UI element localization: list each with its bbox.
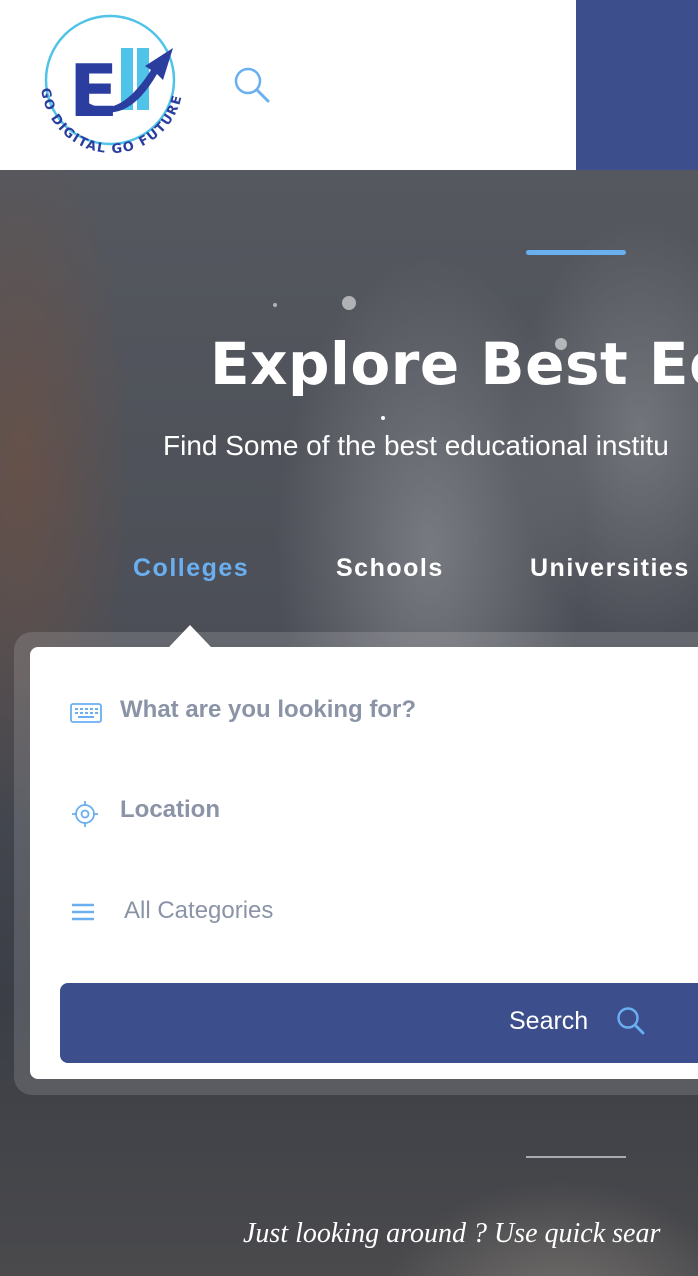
search-button[interactable]: Search [60,983,698,1063]
category-select[interactable]: All Categories [70,893,630,933]
location-input[interactable]: Location [70,792,630,832]
hero-section: Explore Best Ed Find Some of the best ed… [0,170,698,1276]
tab-colleges[interactable]: Colleges [133,554,249,583]
site-header: E GO DIGITAL GO FUTURE [0,0,698,170]
svg-text:E: E [69,49,118,133]
tab-schools[interactable]: Schools [336,554,444,583]
keyword-input[interactable]: What are you looking for? [70,692,630,732]
search-icon [616,1006,646,1036]
bokeh-dot [273,303,277,307]
bokeh-dot [342,296,356,310]
active-tab-pointer [169,625,211,647]
hero-title: Explore Best Ed [210,330,698,398]
category-tabs: Colleges Schools Universities [0,554,698,594]
quick-search-text: Just looking around ? Use quick sear [243,1218,661,1249]
location-target-icon [70,798,102,827]
header-menu-block[interactable] [576,0,698,170]
keyword-placeholder: What are you looking for? [120,696,417,723]
search-icon[interactable] [233,66,271,104]
hero-accent-line [526,250,626,255]
category-selected-value: All Categories [124,897,274,924]
search-button-label: Search [509,1007,589,1035]
hero-subtitle: Find Some of the best educational instit… [163,430,669,461]
list-icon [70,899,102,927]
bokeh-dot [381,416,385,420]
site-logo[interactable]: E GO DIGITAL GO FUTURE [33,12,188,160]
location-placeholder: Location [120,796,220,823]
keyboard-icon [70,698,102,726]
tab-universities[interactable]: Universities [530,554,690,583]
divider-line [526,1156,626,1158]
